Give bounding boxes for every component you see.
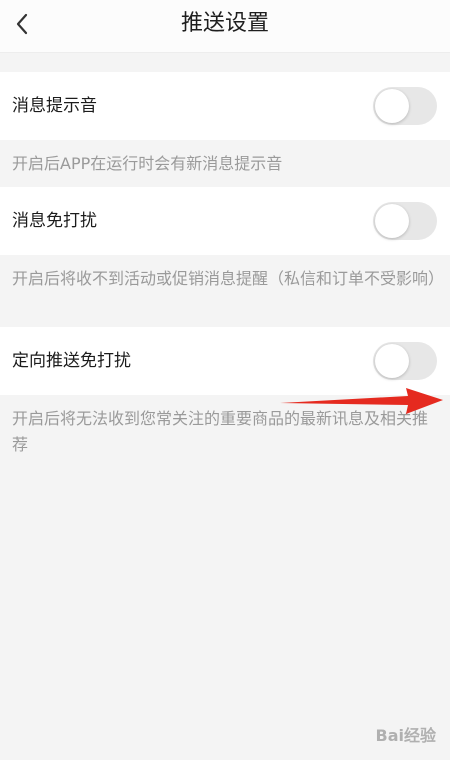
setting-label: 消息免打扰 [12,211,97,231]
setting-label: 消息提示音 [12,96,97,116]
toggle-knob [375,344,409,378]
red-arrow-icon [280,388,443,414]
setting-description: 开启后APP在运行时会有新消息提示音 [12,154,283,173]
setting-label: 定向推送免打扰 [12,351,131,371]
toggle-knob [375,204,409,238]
toggle-knob [375,89,409,123]
navigation-bar: 推送设置 [0,0,450,53]
watermark: Bai经验 [375,726,436,745]
setting-row-do-not-disturb: 消息免打扰 [0,187,450,255]
do-not-disturb-toggle[interactable] [373,202,437,240]
message-sound-toggle[interactable] [373,87,437,125]
setting-description: 开启后将收不到活动或促销消息提醒（私信和订单不受影响） [12,269,445,288]
page-title: 推送设置 [180,11,269,36]
setting-row-message-sound: 消息提示音 [0,72,450,140]
targeted-push-toggle[interactable] [373,342,437,380]
